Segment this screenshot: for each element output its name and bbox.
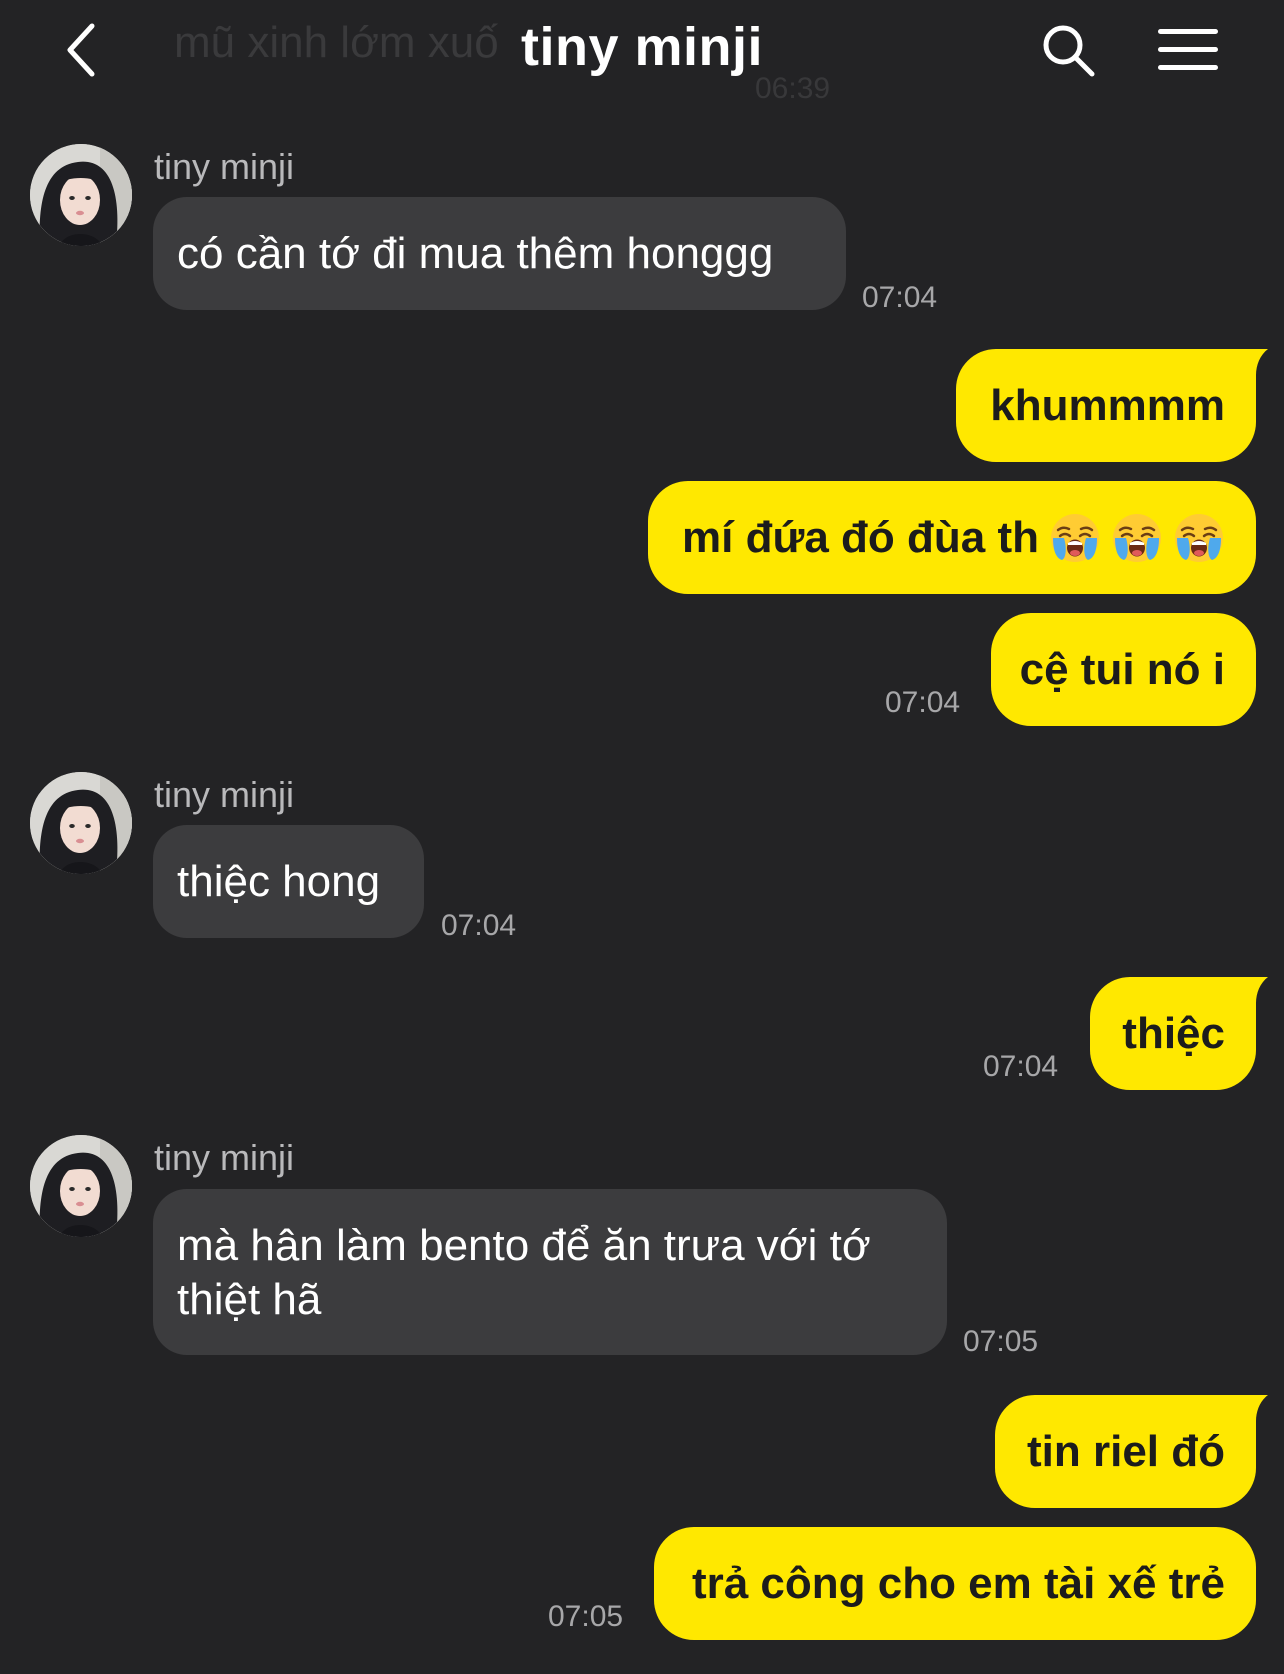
message-text: cệ tui nó i [1019, 644, 1225, 694]
message-text: thiệc hong [177, 856, 381, 906]
sender-name: tiny minji [154, 774, 295, 815]
bubble-tail [1242, 349, 1268, 375]
message-text: tin riel đó [1027, 1426, 1225, 1476]
sender-name: tiny minji [154, 1137, 295, 1178]
search-button[interactable] [1036, 18, 1100, 82]
message-time: 07:05 [963, 1325, 1039, 1358]
outgoing-message-bubble[interactable]: trả công cho em tài xế trẻ [654, 1527, 1256, 1640]
loudly-crying-face-emoji [1111, 512, 1163, 564]
outgoing-message-bubble[interactable]: mí đứa đó đùa th [648, 481, 1256, 594]
message-text: mà hân làm bento để ăn trưa với tớ thiệt… [177, 1221, 871, 1324]
sender-name: tiny minji [154, 146, 295, 187]
bubble-tail [1242, 977, 1268, 1003]
incoming-message-bubble[interactable]: thiệc hong [153, 825, 424, 938]
bubble-tail [1242, 1395, 1268, 1421]
loudly-crying-face-emoji [1049, 512, 1101, 564]
incoming-message-bubble[interactable]: có cần tớ đi mua thêm honggg [153, 197, 846, 310]
message-time: 07:04 [441, 909, 517, 942]
message-text: trả công cho em tài xế trẻ [691, 1558, 1225, 1608]
message-text: thiệc [1122, 1008, 1225, 1058]
outgoing-message-bubble[interactable]: tin riel đó [995, 1395, 1256, 1508]
message-time: 07:04 [885, 686, 961, 719]
chat-title: tiny minji [520, 17, 763, 77]
menu-button[interactable] [1152, 18, 1224, 82]
incoming-message-bubble[interactable]: mà hân làm bento để ăn trưa với tớ thiệt… [153, 1189, 947, 1355]
outgoing-message-bubble[interactable]: khummmm [956, 349, 1256, 462]
message-text: khummmm [990, 380, 1225, 430]
back-button[interactable] [52, 18, 112, 82]
hamburger-menu-icon [1158, 29, 1218, 70]
message-time: 07:04 [862, 281, 938, 314]
avatar[interactable] [30, 1135, 132, 1237]
message-text: mí đứa đó đùa th [682, 512, 1039, 562]
profile-photo [30, 144, 132, 246]
loudly-crying-face-emoji [1173, 512, 1225, 564]
avatar[interactable] [30, 144, 132, 246]
avatar[interactable] [30, 772, 132, 874]
chevron-left-icon [67, 23, 95, 77]
outgoing-message-bubble[interactable]: thiệc [1090, 977, 1256, 1090]
profile-photo [30, 1135, 132, 1237]
outgoing-message-bubble[interactable]: cệ tui nó i [991, 613, 1256, 726]
chat-header: mũ xinh lớm xuố 06:39 tiny minji [0, 0, 1284, 105]
message-time: 07:04 [983, 1050, 1059, 1083]
message-time: 07:05 [548, 1600, 624, 1633]
search-icon [1043, 25, 1095, 77]
profile-photo [30, 772, 132, 874]
message-text: có cần tớ đi mua thêm honggg [177, 228, 774, 278]
